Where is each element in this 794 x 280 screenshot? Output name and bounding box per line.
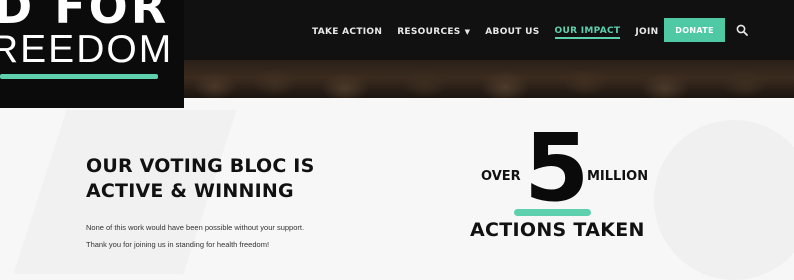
logo-text-line1: D FOR bbox=[0, 0, 170, 34]
headline-line1: OUR VOTING BLOC IS bbox=[86, 155, 315, 177]
search-icon[interactable] bbox=[736, 24, 748, 36]
nav-take-action[interactable]: TAKE ACTION bbox=[312, 27, 382, 37]
hero-crowd-image bbox=[185, 60, 794, 98]
stat-prefix: OVER bbox=[481, 169, 521, 184]
nav-our-impact[interactable]: OUR IMPACT bbox=[554, 26, 621, 39]
page-headline: OUR VOTING BLOC IS ACTIVE & WINNING bbox=[86, 154, 386, 204]
main-navigation: TAKE ACTION RESOURCES ▼ ABOUT US OUR IMP… bbox=[312, 24, 673, 40]
site-logo[interactable]: D FOR REEDOM bbox=[0, 0, 184, 108]
logo-text-line2: REEDOM bbox=[0, 28, 174, 71]
nav-join[interactable]: JOIN bbox=[635, 27, 658, 37]
logo-underline bbox=[0, 74, 158, 79]
nav-resources[interactable]: RESOURCES ▼ bbox=[397, 27, 470, 37]
background-shape-right bbox=[654, 120, 794, 280]
stat-suffix: MILLION bbox=[587, 169, 649, 184]
stat-label: ACTIONS TAKEN bbox=[470, 219, 645, 241]
stat-number: 5 bbox=[524, 114, 590, 223]
stat-underline bbox=[514, 209, 591, 216]
donate-button[interactable]: DONATE bbox=[664, 18, 725, 42]
headline-line2: ACTIVE & WINNING bbox=[86, 180, 294, 202]
body-text-line2: Thank you for joining us in standing for… bbox=[86, 240, 270, 249]
body-text-line1: None of this work would have been possib… bbox=[86, 223, 305, 232]
nav-resources-label: RESOURCES bbox=[397, 27, 461, 37]
nav-about-us[interactable]: ABOUT US bbox=[485, 27, 539, 37]
chevron-down-icon: ▼ bbox=[464, 28, 471, 36]
